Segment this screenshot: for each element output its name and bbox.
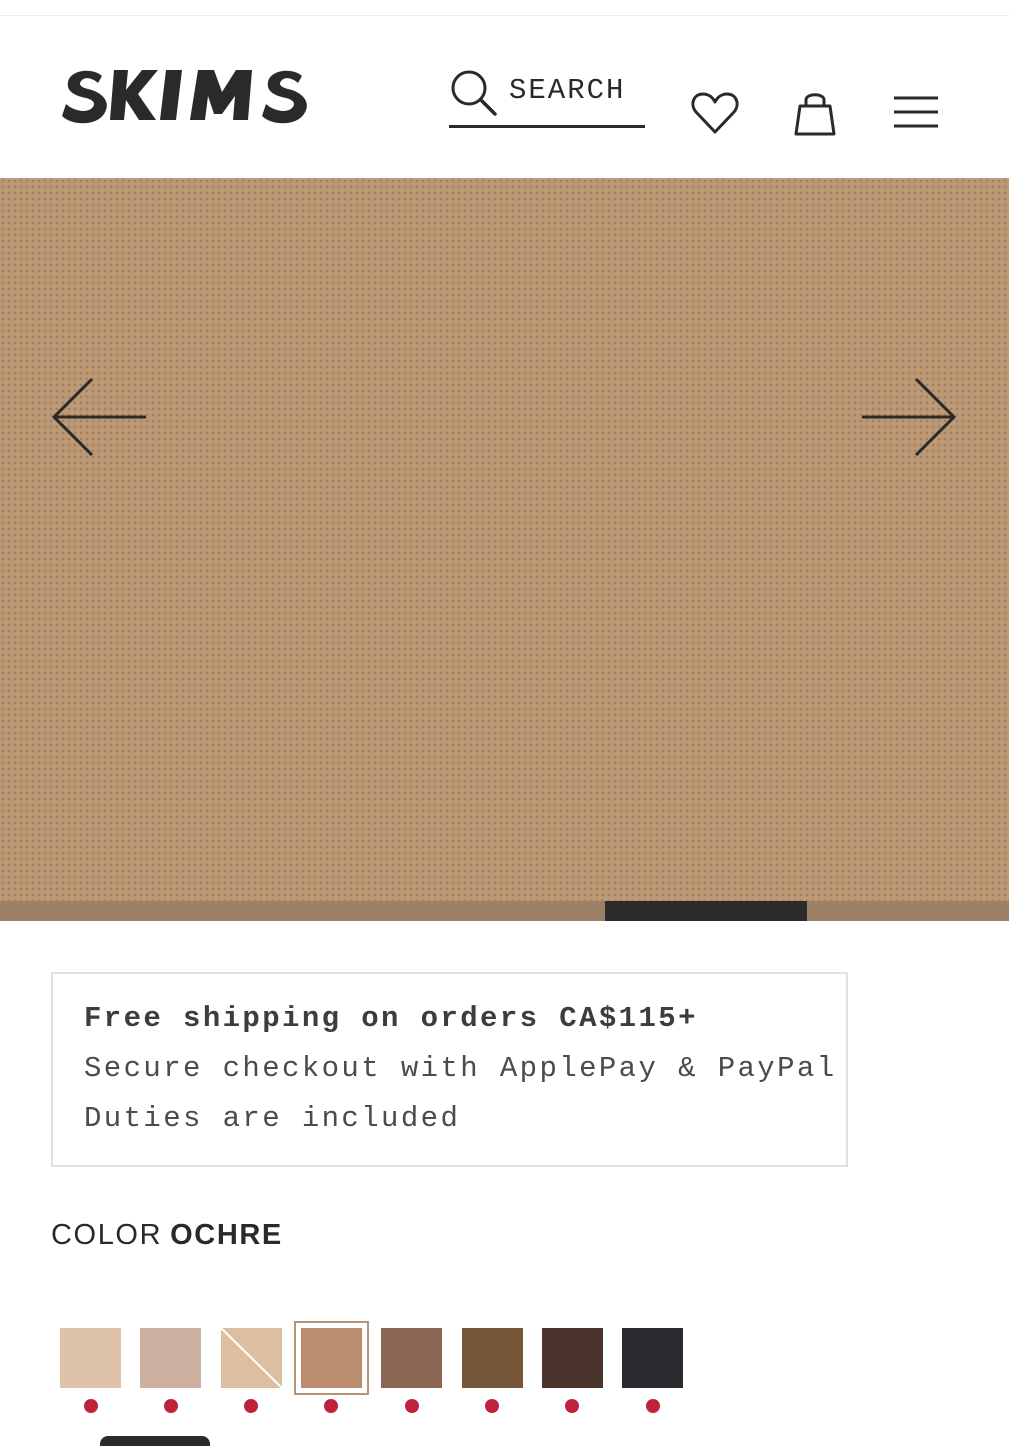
unavailable-slash [220,1328,282,1388]
product-image-carousel[interactable] [0,178,1009,921]
hamburger-menu-icon[interactable] [892,92,940,132]
shopping-bag-icon[interactable] [790,88,840,138]
swatch-indicator-dot [244,1399,259,1413]
duties-text: Duties are included [84,1102,461,1135]
free-shipping-text: Free shipping on orders CA$115+ [84,1002,698,1035]
color-swatch[interactable] [220,1328,282,1388]
color-swatch[interactable] [381,1328,443,1388]
swatch-indicator-dot [645,1399,660,1413]
swatch-indicator-dot [404,1399,419,1413]
shipping-info-box: Free shipping on orders CA$115+ Secure c… [51,972,848,1167]
search-icon [451,70,497,116]
logo-wordmark [62,70,307,124]
color-swatch[interactable] [622,1328,684,1388]
carousel-progress-indicator [605,901,808,921]
color-swatch[interactable] [461,1328,523,1388]
selected-color-name: OCHRE [170,1219,283,1251]
secure-checkout-text: Secure checkout with ApplePay & PayPal [84,1052,837,1085]
heart-icon[interactable] [690,88,740,138]
color-swatch[interactable] [140,1328,202,1388]
color-swatch[interactable] [541,1328,603,1388]
arrow-right-icon[interactable] [858,375,958,459]
site-header: SEARCH [0,16,1009,178]
swatch-indicator-dot [485,1399,499,1413]
swatch-indicator-dot [163,1399,178,1413]
carousel-progress-track [0,901,1009,921]
swatch-indicator-dot [83,1399,98,1413]
size-button-top-edge[interactable] [100,1436,210,1446]
color-label: COLOR [51,1219,163,1251]
swatch-indicator-dot [565,1399,580,1413]
arrow-left-icon[interactable] [50,375,150,459]
color-swatch[interactable] [293,1321,369,1395]
skims-logo[interactable] [62,64,308,126]
swatch-indicator-dot [324,1399,339,1413]
color-swatch[interactable] [60,1328,121,1388]
color-selection-label: COLOR OCHRE [51,1219,283,1252]
search-bar[interactable]: SEARCH [449,66,645,128]
search-label: SEARCH [509,74,626,107]
